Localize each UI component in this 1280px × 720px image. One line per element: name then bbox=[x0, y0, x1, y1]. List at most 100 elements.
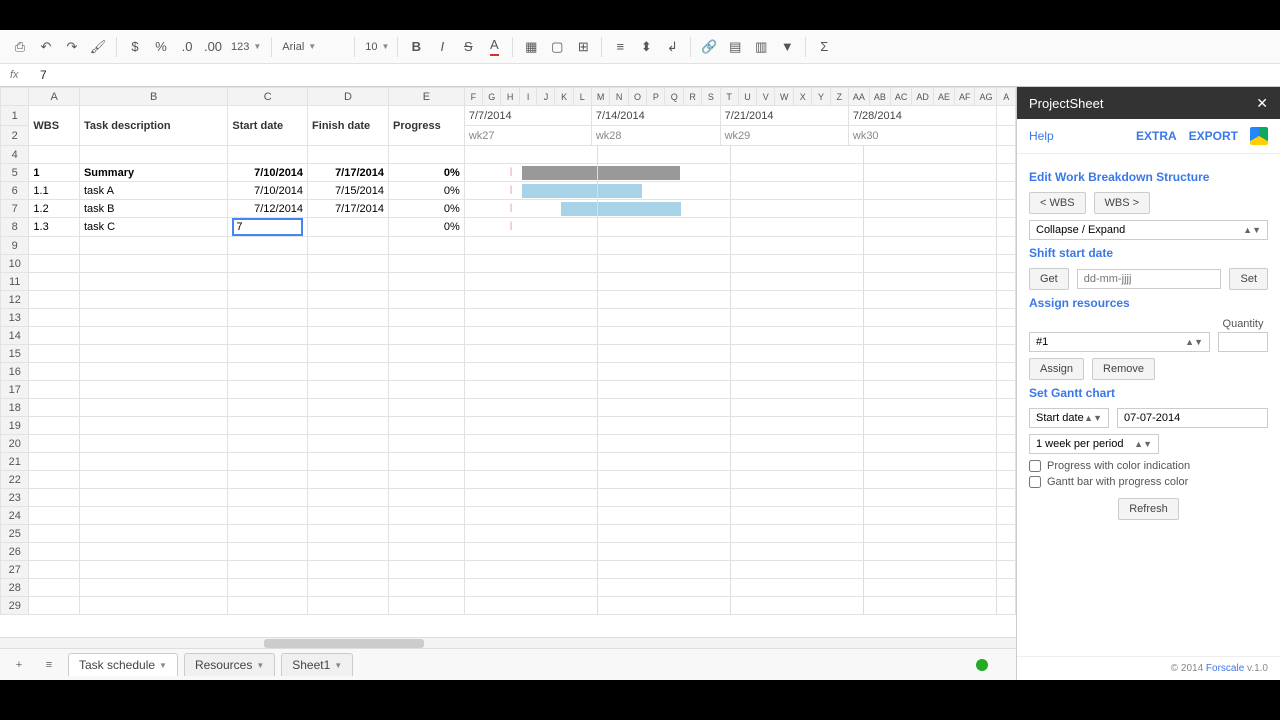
export-link[interactable]: EXPORT bbox=[1189, 129, 1238, 143]
col-header[interactable]: AE bbox=[933, 88, 954, 106]
cell[interactable] bbox=[79, 507, 227, 525]
cell[interactable] bbox=[79, 146, 227, 164]
col-header[interactable]: O bbox=[628, 88, 646, 106]
row-header[interactable]: 18 bbox=[1, 399, 29, 417]
col-header[interactable]: Q bbox=[665, 88, 683, 106]
cell[interactable] bbox=[308, 525, 389, 543]
cell[interactable] bbox=[389, 525, 465, 543]
cell[interactable] bbox=[308, 507, 389, 525]
refresh-button[interactable]: Refresh bbox=[1118, 498, 1179, 520]
cell[interactable] bbox=[228, 237, 308, 255]
cell[interactable]: 1.2 bbox=[29, 200, 80, 218]
col-header[interactable]: Y bbox=[812, 88, 830, 106]
set-date-button[interactable]: Set bbox=[1229, 268, 1268, 290]
cell[interactable] bbox=[79, 471, 227, 489]
cell[interactable] bbox=[308, 435, 389, 453]
cell[interactable]: 7/10/2014 bbox=[228, 164, 308, 182]
inc-decimal-icon[interactable]: .00 bbox=[201, 35, 225, 59]
extra-link[interactable]: EXTRA bbox=[1136, 129, 1177, 143]
cell[interactable] bbox=[29, 435, 80, 453]
cell[interactable] bbox=[308, 561, 389, 579]
wbs-outdent-button[interactable]: < WBS bbox=[1029, 192, 1086, 214]
sheet-tab[interactable]: Resources▼ bbox=[184, 653, 275, 676]
col-header[interactable]: AG bbox=[975, 88, 997, 106]
row-header[interactable]: 26 bbox=[1, 543, 29, 561]
cell[interactable] bbox=[308, 543, 389, 561]
col-header[interactable]: M bbox=[591, 88, 610, 106]
chart-icon[interactable]: ▥ bbox=[749, 35, 773, 59]
cell[interactable] bbox=[308, 417, 389, 435]
cell[interactable]: 1.1 bbox=[29, 182, 80, 200]
font-name-dropdown[interactable]: Arial▼ bbox=[278, 35, 348, 59]
cell[interactable] bbox=[29, 273, 80, 291]
col-header[interactable]: AF bbox=[954, 88, 975, 106]
col-header[interactable]: E bbox=[389, 88, 465, 106]
cell[interactable] bbox=[308, 453, 389, 471]
cell[interactable] bbox=[308, 327, 389, 345]
cell[interactable] bbox=[228, 255, 308, 273]
valign-icon[interactable]: ⬍ bbox=[634, 35, 658, 59]
cell[interactable] bbox=[389, 435, 465, 453]
wrap-icon[interactable]: ↲ bbox=[660, 35, 684, 59]
row-header[interactable]: 13 bbox=[1, 309, 29, 327]
cell[interactable] bbox=[79, 237, 227, 255]
cell[interactable] bbox=[228, 417, 308, 435]
row-header[interactable]: 11 bbox=[1, 273, 29, 291]
row-header[interactable]: 6 bbox=[1, 182, 29, 200]
italic-icon[interactable]: I bbox=[430, 35, 454, 59]
col-header[interactable]: A bbox=[29, 88, 80, 106]
cell[interactable] bbox=[29, 309, 80, 327]
cell[interactable] bbox=[79, 579, 227, 597]
cell[interactable] bbox=[308, 237, 389, 255]
cell[interactable] bbox=[389, 146, 465, 164]
cell[interactable]: 7/17/2014 bbox=[308, 200, 389, 218]
fill-color-icon[interactable]: ▦ bbox=[519, 35, 543, 59]
link-icon[interactable]: 🔗 bbox=[697, 35, 721, 59]
cell[interactable] bbox=[389, 273, 465, 291]
cell[interactable] bbox=[29, 399, 80, 417]
cell[interactable] bbox=[228, 597, 308, 615]
col-header[interactable]: R bbox=[683, 88, 701, 106]
cell[interactable] bbox=[228, 273, 308, 291]
cell[interactable] bbox=[389, 507, 465, 525]
wbs-indent-button[interactable]: WBS > bbox=[1094, 192, 1151, 214]
cell[interactable] bbox=[29, 597, 80, 615]
cell[interactable] bbox=[29, 255, 80, 273]
print-icon[interactable]: ⎙ bbox=[8, 35, 32, 59]
cell[interactable] bbox=[79, 381, 227, 399]
col-header[interactable]: I bbox=[519, 88, 537, 106]
cell[interactable] bbox=[389, 471, 465, 489]
cell[interactable] bbox=[228, 525, 308, 543]
cell[interactable] bbox=[228, 507, 308, 525]
cell[interactable] bbox=[228, 327, 308, 345]
cell[interactable] bbox=[29, 579, 80, 597]
col-header[interactable]: L bbox=[573, 88, 591, 106]
cell[interactable]: 1 bbox=[29, 164, 80, 182]
col-header[interactable]: H bbox=[501, 88, 519, 106]
cell[interactable] bbox=[389, 255, 465, 273]
row-header[interactable]: 27 bbox=[1, 561, 29, 579]
cell[interactable] bbox=[228, 561, 308, 579]
cell[interactable] bbox=[308, 489, 389, 507]
cell[interactable] bbox=[29, 453, 80, 471]
cell[interactable] bbox=[29, 489, 80, 507]
cell[interactable]: 7/17/2014 bbox=[308, 164, 389, 182]
cell[interactable] bbox=[79, 435, 227, 453]
cell[interactable] bbox=[228, 309, 308, 327]
cell[interactable] bbox=[389, 561, 465, 579]
cell[interactable] bbox=[79, 489, 227, 507]
row-header[interactable]: 14 bbox=[1, 327, 29, 345]
cell[interactable]: 7/12/2014 bbox=[228, 200, 308, 218]
cell[interactable] bbox=[79, 561, 227, 579]
cell[interactable] bbox=[308, 597, 389, 615]
cell[interactable]: 1.3 bbox=[29, 218, 80, 237]
cell[interactable] bbox=[29, 291, 80, 309]
row-header[interactable]: 4 bbox=[1, 146, 29, 164]
assign-button[interactable]: Assign bbox=[1029, 358, 1084, 380]
get-date-button[interactable]: Get bbox=[1029, 268, 1069, 290]
row-header[interactable]: 22 bbox=[1, 471, 29, 489]
strike-icon[interactable]: S bbox=[456, 35, 480, 59]
cell[interactable] bbox=[389, 291, 465, 309]
comment-icon[interactable]: ▤ bbox=[723, 35, 747, 59]
row-header[interactable]: 7 bbox=[1, 200, 29, 218]
